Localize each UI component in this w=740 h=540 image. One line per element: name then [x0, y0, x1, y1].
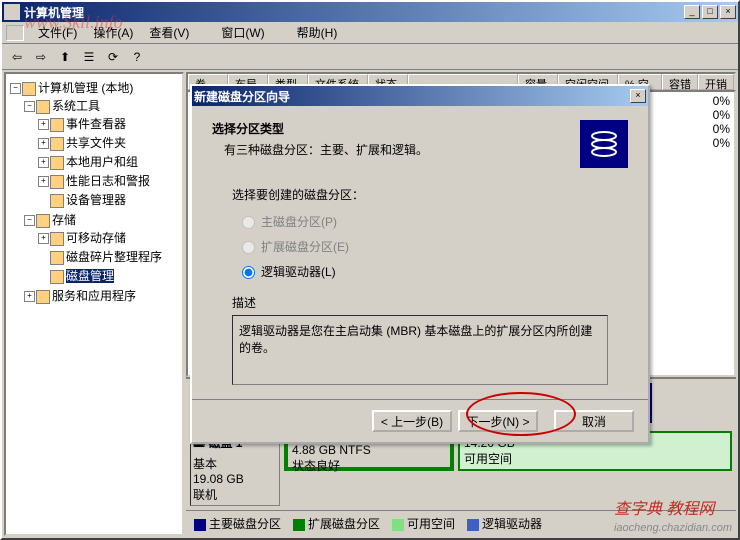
radio-extended: 扩展磁盘分区(E) — [242, 234, 628, 259]
radio-primary-input — [242, 216, 255, 229]
tree-systools[interactable]: 系统工具 事件查看器 共享文件夹 本地用户和组 性能日志和警报 设备管理器 — [22, 96, 180, 210]
perf-icon — [50, 175, 64, 189]
legend-logical-swatch — [467, 519, 479, 531]
help-icon[interactable]: ? — [126, 46, 148, 68]
event-icon — [50, 118, 64, 132]
radio-primary: 主磁盘分区(P) — [242, 209, 628, 234]
window-title: 计算机管理 — [24, 4, 682, 21]
removable-icon — [50, 232, 64, 246]
description-label: 描述 — [212, 294, 628, 311]
dialog-heading: 选择分区类型 — [212, 120, 428, 137]
overhead-values: 0%0%0%0% — [713, 94, 730, 150]
dialog-close-button[interactable]: × — [630, 89, 646, 103]
titlebar: 计算机管理 _ □ × — [2, 2, 738, 22]
nav-tree[interactable]: 计算机管理 (本地) 系统工具 事件查看器 共享文件夹 本地用户和组 性能日志和… — [4, 72, 184, 536]
up-icon[interactable]: ⬆ — [54, 46, 76, 68]
col-overhead[interactable]: 开销 — [698, 74, 734, 90]
legend: 主要磁盘分区 扩展磁盘分区 可用空间 逻辑驱动器 — [186, 510, 736, 536]
legend-free-swatch — [392, 519, 404, 531]
defrag-icon — [50, 251, 64, 265]
tree-users[interactable]: 本地用户和组 — [36, 152, 180, 171]
close-button[interactable]: × — [720, 5, 736, 19]
services-icon — [36, 290, 50, 304]
tree-defrag[interactable]: 磁盘碎片整理程序 — [36, 247, 180, 266]
tree-diskmgmt[interactable]: 磁盘管理 — [36, 266, 180, 285]
tree-devmgr[interactable]: 设备管理器 — [36, 190, 180, 209]
dialog-title: 新建磁盘分区向导 — [194, 88, 628, 105]
legend-primary-swatch — [194, 519, 206, 531]
maximize-button[interactable]: □ — [702, 5, 718, 19]
menu-view[interactable]: 查看(V) — [141, 22, 197, 43]
menu-action[interactable]: 操作(A) — [85, 22, 141, 43]
tree-storage[interactable]: 存储 可移动存储 磁盘碎片整理程序 磁盘管理 — [22, 210, 180, 286]
folder-icon — [50, 137, 64, 151]
storage-icon — [36, 214, 50, 228]
back-icon[interactable]: ⇦ — [6, 46, 28, 68]
forward-icon[interactable]: ⇨ — [30, 46, 52, 68]
menu-window[interactable]: 窗口(W) — [213, 22, 272, 43]
tree-root[interactable]: 计算机管理 (本地) 系统工具 事件查看器 共享文件夹 本地用户和组 性能日志和… — [8, 78, 180, 306]
menubar: 文件(F) 操作(A) 查看(V) 窗口(W) 帮助(H) — [2, 22, 738, 44]
radio-logical-input[interactable] — [242, 266, 255, 279]
dialog-subtitle: 有三种磁盘分区：主要、扩展和逻辑。 — [212, 141, 428, 158]
disk-stack-icon — [580, 120, 628, 168]
radio-extended-input — [242, 241, 255, 254]
list-icon[interactable]: ☰ — [78, 46, 100, 68]
refresh-icon[interactable]: ⟳ — [102, 46, 124, 68]
minimize-button[interactable]: _ — [684, 5, 700, 19]
computer-icon — [22, 82, 36, 96]
menu-help[interactable]: 帮助(H) — [289, 22, 346, 43]
app-menu-icon — [6, 25, 24, 41]
partition-type-group: 主磁盘分区(P) 扩展磁盘分区(E) 逻辑驱动器(L) — [212, 203, 628, 294]
description-box: 逻辑驱动器是您在主启动集 (MBR) 基本磁盘上的扩展分区内所创建的卷。 — [232, 315, 608, 385]
dialog-titlebar: 新建磁盘分区向导 × — [192, 86, 648, 106]
dialog-buttons: < 上一步(B) 下一步(N) > 取消 — [192, 399, 648, 442]
users-icon — [50, 156, 64, 170]
tree-eventviewer[interactable]: 事件查看器 — [36, 114, 180, 133]
menu-file[interactable]: 文件(F) — [30, 22, 85, 43]
tree-services[interactable]: 服务和应用程序 — [22, 286, 180, 305]
new-partition-wizard: 新建磁盘分区向导 × 选择分区类型 有三种磁盘分区：主要、扩展和逻辑。 选择要创… — [190, 84, 650, 444]
next-button[interactable]: 下一步(N) > — [458, 410, 538, 432]
device-icon — [50, 194, 64, 208]
disk-icon — [50, 270, 64, 284]
tools-icon — [36, 100, 50, 114]
tree-perflog[interactable]: 性能日志和警报 — [36, 171, 180, 190]
col-fault[interactable]: 容错 — [662, 74, 698, 90]
cancel-button[interactable]: 取消 — [554, 410, 634, 432]
partition-type-prompt: 选择要创建的磁盘分区： — [212, 186, 628, 203]
toolbar: ⇦ ⇨ ⬆ ☰ ⟳ ? — [2, 44, 738, 70]
legend-ext-swatch — [293, 519, 305, 531]
tree-removable[interactable]: 可移动存储 — [36, 228, 180, 247]
radio-logical[interactable]: 逻辑驱动器(L) — [242, 259, 628, 284]
tree-shared[interactable]: 共享文件夹 — [36, 133, 180, 152]
back-button[interactable]: < 上一步(B) — [372, 410, 452, 432]
app-icon — [4, 4, 20, 20]
